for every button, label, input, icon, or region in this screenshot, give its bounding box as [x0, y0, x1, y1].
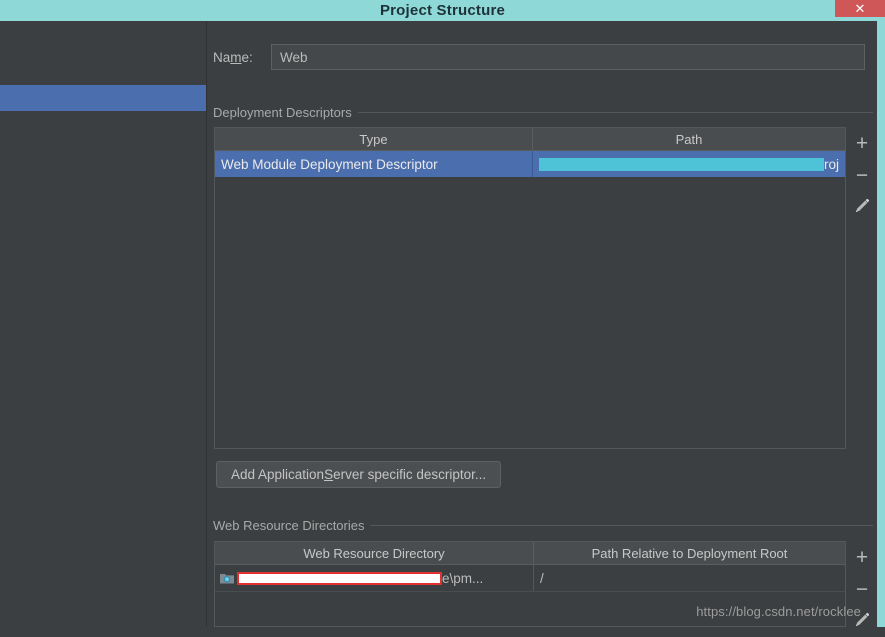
cell-descriptor-path-tail: roj — [824, 157, 839, 172]
group-divider-line — [358, 112, 873, 113]
redaction-bar-path — [539, 158, 824, 171]
cell-descriptor-type: Web Module Deployment Descriptor — [215, 151, 533, 177]
content-pane: Name: Deployment Descriptors Type Path W… — [207, 21, 877, 627]
add-web-resource-button[interactable]: + — [847, 541, 877, 573]
web-resource-directories-label: Web Resource Directories — [213, 518, 364, 533]
remove-descriptor-button[interactable]: − — [847, 159, 877, 191]
window-title: Project Structure — [380, 2, 505, 19]
redaction-bar-directory — [237, 572, 442, 585]
table-row[interactable]: Web Module Deployment Descriptor roj — [215, 151, 845, 177]
watermark-text: https://blog.csdn.net/rocklee — [696, 604, 861, 619]
deployment-descriptors-label: Deployment Descriptors — [213, 105, 352, 120]
web-resource-directories-toolbar: + − — [847, 541, 877, 637]
group-divider-line — [370, 525, 873, 526]
name-label: Name: — [213, 50, 271, 65]
column-header-type[interactable]: Type — [215, 128, 533, 150]
add-application-server-descriptor-button[interactable]: Add Application Server specific descript… — [216, 461, 501, 488]
folder-icon — [219, 571, 235, 585]
table-header-row: Type Path — [215, 128, 845, 151]
pencil-icon — [853, 197, 871, 218]
close-button[interactable]: ✕ — [835, 0, 885, 17]
add-descriptor-button[interactable]: + — [847, 127, 877, 159]
cell-web-resource-directory-tail: e\pm... — [442, 571, 483, 586]
column-header-path[interactable]: Path — [533, 128, 845, 150]
sidebar — [0, 21, 207, 627]
dialog-body: Name: Deployment Descriptors Type Path W… — [0, 21, 877, 627]
table-row[interactable]: e\pm... / — [215, 565, 845, 592]
column-header-path-relative[interactable]: Path Relative to Deployment Root — [534, 542, 845, 564]
edit-descriptor-button[interactable] — [847, 191, 877, 223]
table-header-row: Web Resource Directory Path Relative to … — [215, 542, 845, 565]
plus-icon: + — [856, 133, 868, 154]
column-header-web-resource-directory[interactable]: Web Resource Directory — [215, 542, 534, 564]
minus-icon: − — [856, 165, 868, 186]
cell-path-relative: / — [534, 565, 845, 591]
cell-web-resource-directory: e\pm... — [215, 565, 534, 591]
table-body: e\pm... / — [215, 565, 845, 592]
window-edge-right — [877, 21, 885, 627]
plus-icon: + — [856, 547, 868, 568]
deployment-descriptors-group-header: Deployment Descriptors — [213, 105, 873, 120]
name-input[interactable] — [271, 44, 865, 70]
deployment-descriptors-table[interactable]: Type Path Web Module Deployment Descript… — [214, 127, 846, 449]
sidebar-item-selected[interactable] — [0, 85, 206, 111]
cell-descriptor-path: roj — [533, 151, 845, 177]
name-row: Name: — [213, 43, 865, 71]
remove-web-resource-button[interactable]: − — [847, 573, 877, 605]
table-body: Web Module Deployment Descriptor roj — [215, 151, 845, 177]
window-titlebar: Project Structure ✕ — [0, 0, 885, 21]
deployment-descriptors-toolbar: + − — [847, 127, 877, 223]
web-resource-directories-group-header: Web Resource Directories — [213, 518, 873, 533]
minus-icon: − — [856, 579, 868, 600]
